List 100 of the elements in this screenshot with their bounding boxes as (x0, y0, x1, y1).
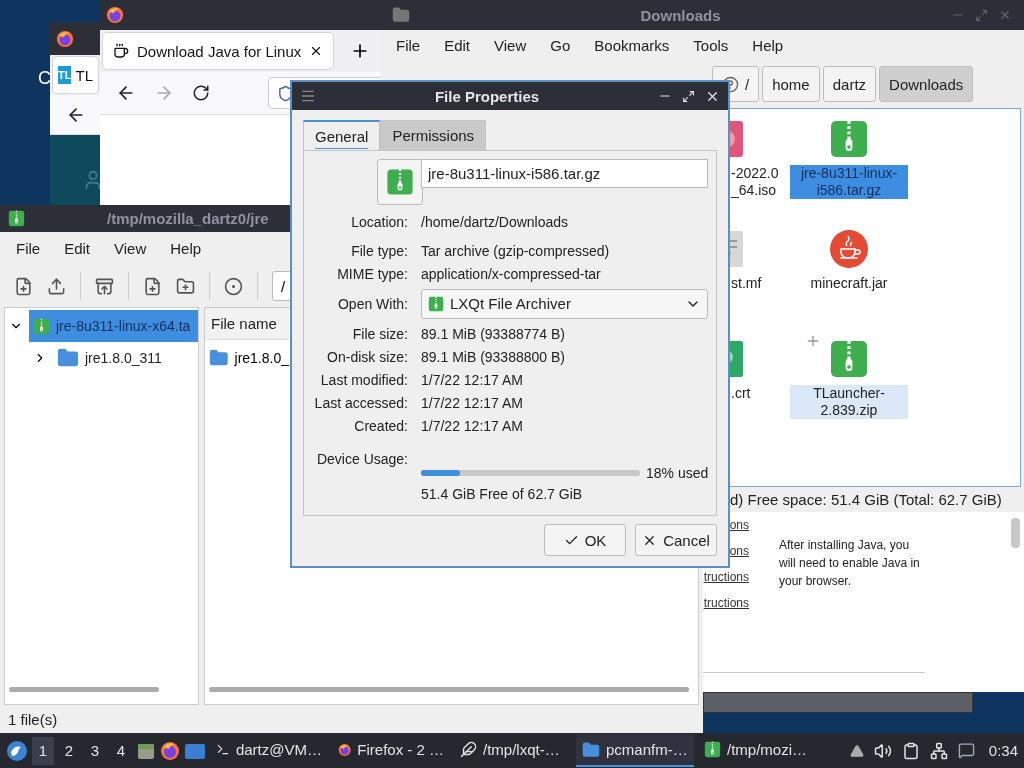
menu-item[interactable]: Edit (54, 236, 101, 261)
network-icon[interactable] (929, 741, 948, 760)
zip-archive-icon (33, 317, 50, 335)
menu-item[interactable]: Tools (683, 32, 739, 58)
tree-item[interactable]: jre1.8.0_311 (53, 342, 198, 374)
new-file-button[interactable] (14, 276, 33, 296)
cancel-button[interactable]: Cancel (635, 524, 717, 556)
file-name[interactable]: st.mf (729, 275, 764, 292)
browser-icon[interactable] (106, 6, 124, 24)
add-folder-button[interactable] (176, 276, 195, 296)
field-label: On-disk size: (327, 348, 408, 365)
field-value: 1/7/22 12:17 AM (421, 417, 523, 434)
feather-icon (460, 741, 477, 758)
reload-button[interactable] (192, 84, 210, 102)
link[interactable]: tructions (703, 596, 749, 610)
tree-item[interactable]: jre-8u311-linux-x64.ta (29, 310, 198, 342)
field-label: Open With: (337, 295, 408, 312)
open-with-select[interactable]: LXQt File Archiver (421, 288, 709, 319)
notification-icon[interactable] (957, 742, 975, 759)
menu-item[interactable]: Bookmarks (584, 32, 680, 58)
browser-tab[interactable]: TL TL (52, 56, 99, 94)
upload-button[interactable] (47, 276, 66, 296)
field-value: /home/dartz/Downloads (421, 214, 569, 230)
status-text: 1 file(s) (8, 710, 58, 728)
browser-icon[interactable] (56, 29, 74, 48)
stop-button[interactable] (224, 276, 243, 296)
clipboard-icon[interactable] (901, 741, 920, 760)
table-cell: jre1.8.0_ (234, 350, 289, 366)
desktop-switch-button[interactable]: 1 (32, 736, 54, 765)
site-logo-icon: TL (58, 66, 72, 84)
browser-tab[interactable]: Download Java for Linux (102, 32, 335, 70)
maximize-button[interactable] (682, 89, 695, 103)
field-label: Last accessed: (314, 394, 408, 411)
menu-item[interactable]: Edit (434, 32, 481, 58)
field-label: Location: (351, 214, 408, 230)
folder-icon (392, 6, 410, 24)
coffee-cup-icon (829, 229, 869, 269)
icon-button[interactable] (377, 159, 423, 205)
field-value: 1/7/22 12:17 AM (421, 371, 523, 388)
clock: 0:34 (988, 742, 1018, 759)
field-value: Tar archive (gzip-compressed) (421, 242, 610, 259)
task-button[interactable]: /tmp/mozi… (698, 734, 816, 767)
desktop-switch-button[interactable]: 4 (110, 736, 132, 765)
menu-item[interactable]: View (484, 32, 537, 58)
link[interactable]: ons (729, 544, 749, 558)
field-label: Last modified: (320, 371, 408, 388)
menu-item[interactable]: View (104, 236, 157, 261)
browser-icon[interactable] (160, 740, 180, 761)
menu-item[interactable]: Go (540, 32, 581, 58)
file-name[interactable]: -2022.0 _64.iso (729, 165, 789, 199)
path-button[interactable]: dartz (822, 66, 877, 102)
task-button[interactable]: /tmp/lxqt-… (454, 734, 572, 767)
archive-button[interactable] (95, 276, 114, 296)
folder-icon (582, 740, 600, 759)
field-label: File size: (352, 325, 408, 342)
menu-item[interactable]: Help (742, 32, 794, 58)
menu-item[interactable]: Help (160, 236, 212, 261)
folder-icon (209, 348, 229, 368)
file-name[interactable]: TLauncher-2.839.zip (790, 385, 908, 419)
usage-reading: 18% used (646, 465, 709, 481)
file-name[interactable]: .crt (729, 385, 753, 402)
window-title: File Properties (433, 87, 541, 105)
free-space-text: 51.4 GiB Free of 62.7 GiB (421, 486, 584, 502)
field-label: File type: (351, 242, 408, 259)
tab[interactable]: Permissions (380, 120, 487, 150)
menu-button[interactable] (300, 88, 316, 104)
zip-archive-icon (386, 168, 414, 196)
link[interactable]: ons (729, 518, 749, 532)
path-button[interactable]: Downloads (879, 66, 974, 102)
window-title: /tmp/mozilla_dartz0/jre (107, 210, 269, 227)
zip-archive-icon (829, 119, 869, 159)
add-file-button[interactable] (143, 276, 162, 296)
desktop-switch-button[interactable]: 3 (84, 736, 106, 765)
field-label: MIME type: (337, 265, 408, 282)
field-value: 89.1 MiB (93388800 B) (421, 348, 565, 365)
menu-item[interactable]: File (6, 236, 51, 261)
bird-logo-icon[interactable] (6, 739, 28, 762)
eject-icon[interactable] (849, 743, 864, 758)
window-title: Downloads (639, 6, 722, 24)
field-label: Created: (354, 417, 408, 434)
task-button[interactable]: Firefox - 2 … (332, 734, 450, 767)
path-button[interactable]: home (762, 66, 820, 102)
link[interactable]: tructions (703, 570, 749, 584)
tab[interactable]: General (303, 120, 381, 150)
name-field[interactable]: jre-8u311-linux-i586.tar.gz (421, 159, 709, 188)
scrollbar (1011, 518, 1020, 548)
field-label: Device Usage: (316, 451, 408, 467)
file-name[interactable]: jre-8u311-linux-i586.tar.gz (790, 165, 908, 199)
field-value: 1/7/22 12:17 AM (421, 394, 523, 411)
volume-icon[interactable] (873, 741, 892, 760)
column-header[interactable]: File name (205, 308, 289, 340)
desktop-switch-button[interactable]: 2 (58, 736, 80, 765)
task-button[interactable]: pcmanfm-… (576, 734, 694, 767)
file-name[interactable]: minecraft.jar (808, 275, 890, 292)
menu-item[interactable]: File (386, 32, 431, 58)
ok-button[interactable]: OK (544, 524, 626, 556)
desktop-label: C (38, 68, 51, 89)
field-value: 89.1 MiB (93388774 B) (421, 325, 565, 342)
file-row[interactable]: jre1.8.0_ (205, 342, 289, 374)
task-button[interactable]: dartz@VM… (210, 734, 328, 767)
